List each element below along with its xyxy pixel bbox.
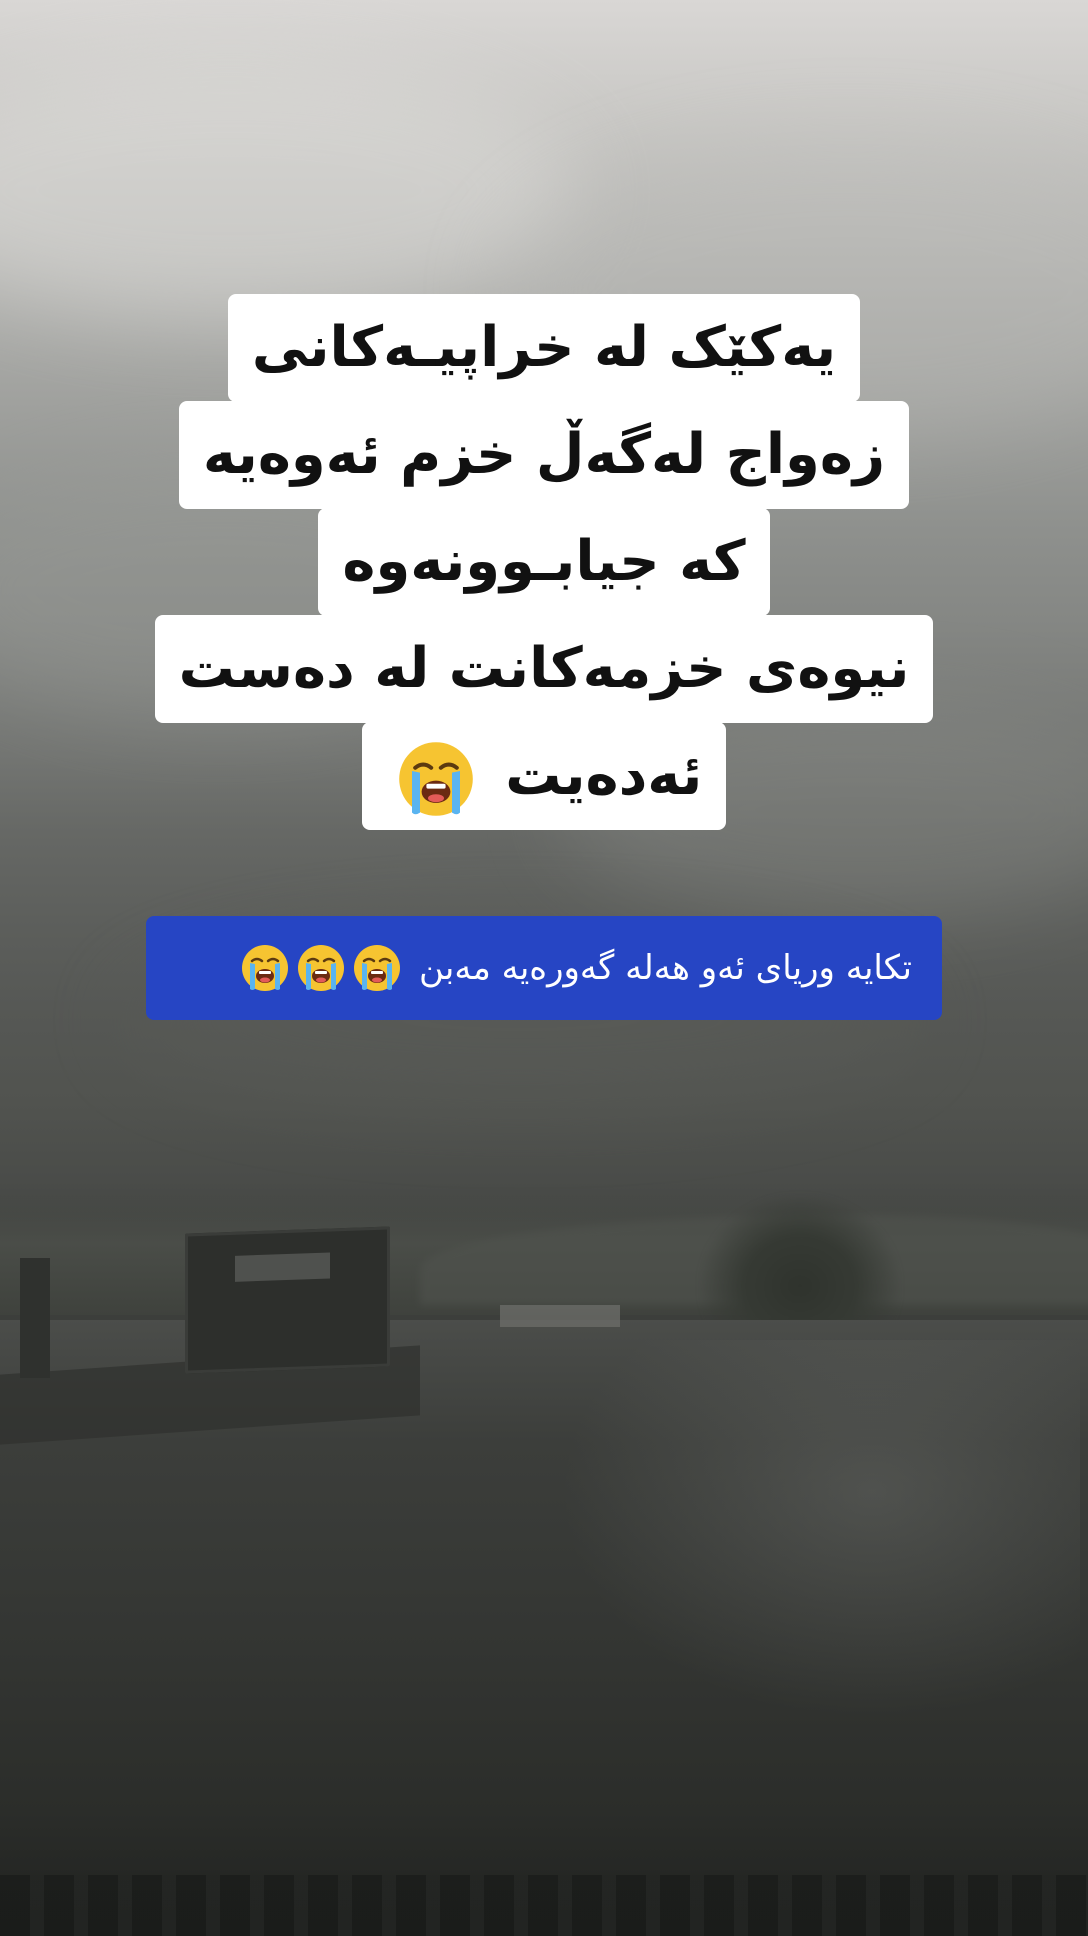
loudly-crying-face-icon [296, 943, 346, 993]
caption-line-text: ئەدەیت [505, 743, 703, 808]
loudly-crying-face-icon [240, 943, 290, 993]
caption-line: زەواج لەگەڵ خزم ئەوەیە [178, 401, 910, 509]
video-frame: یەکێک لە خراپیـەکانی زەواج لەگەڵ خزم ئەو… [0, 0, 1088, 1936]
roadside-billboard [185, 1226, 390, 1374]
trees [700, 1195, 900, 1325]
roadside-post [20, 1258, 50, 1378]
subtitle-banner: تکایە وریای ئەو هەلە گەورەیە مەبن [146, 916, 942, 1020]
caption-overlay: یەکێک لە خراپیـەکانی زەواج لەگەڵ خزم ئەو… [0, 294, 1088, 830]
caption-line: یەکێک لە خراپیـەکانی [227, 294, 861, 402]
guardrail [500, 1305, 620, 1327]
road-reflection [560, 1340, 1080, 1720]
banner-text: تکایە وریای ئەو هەلە گەورەیە مەبن [419, 948, 912, 988]
caption-line: نیوەی خزمەکانت لە دەست [154, 615, 934, 723]
loudly-crying-face-icon [396, 739, 476, 819]
cloud [0, 60, 580, 320]
caption-line-last: ئەدەیت [361, 722, 727, 830]
car-dashboard-edge [0, 1875, 1088, 1936]
caption-line: کە جیابـوونەوە [318, 508, 770, 616]
loudly-crying-face-icon [352, 943, 402, 993]
